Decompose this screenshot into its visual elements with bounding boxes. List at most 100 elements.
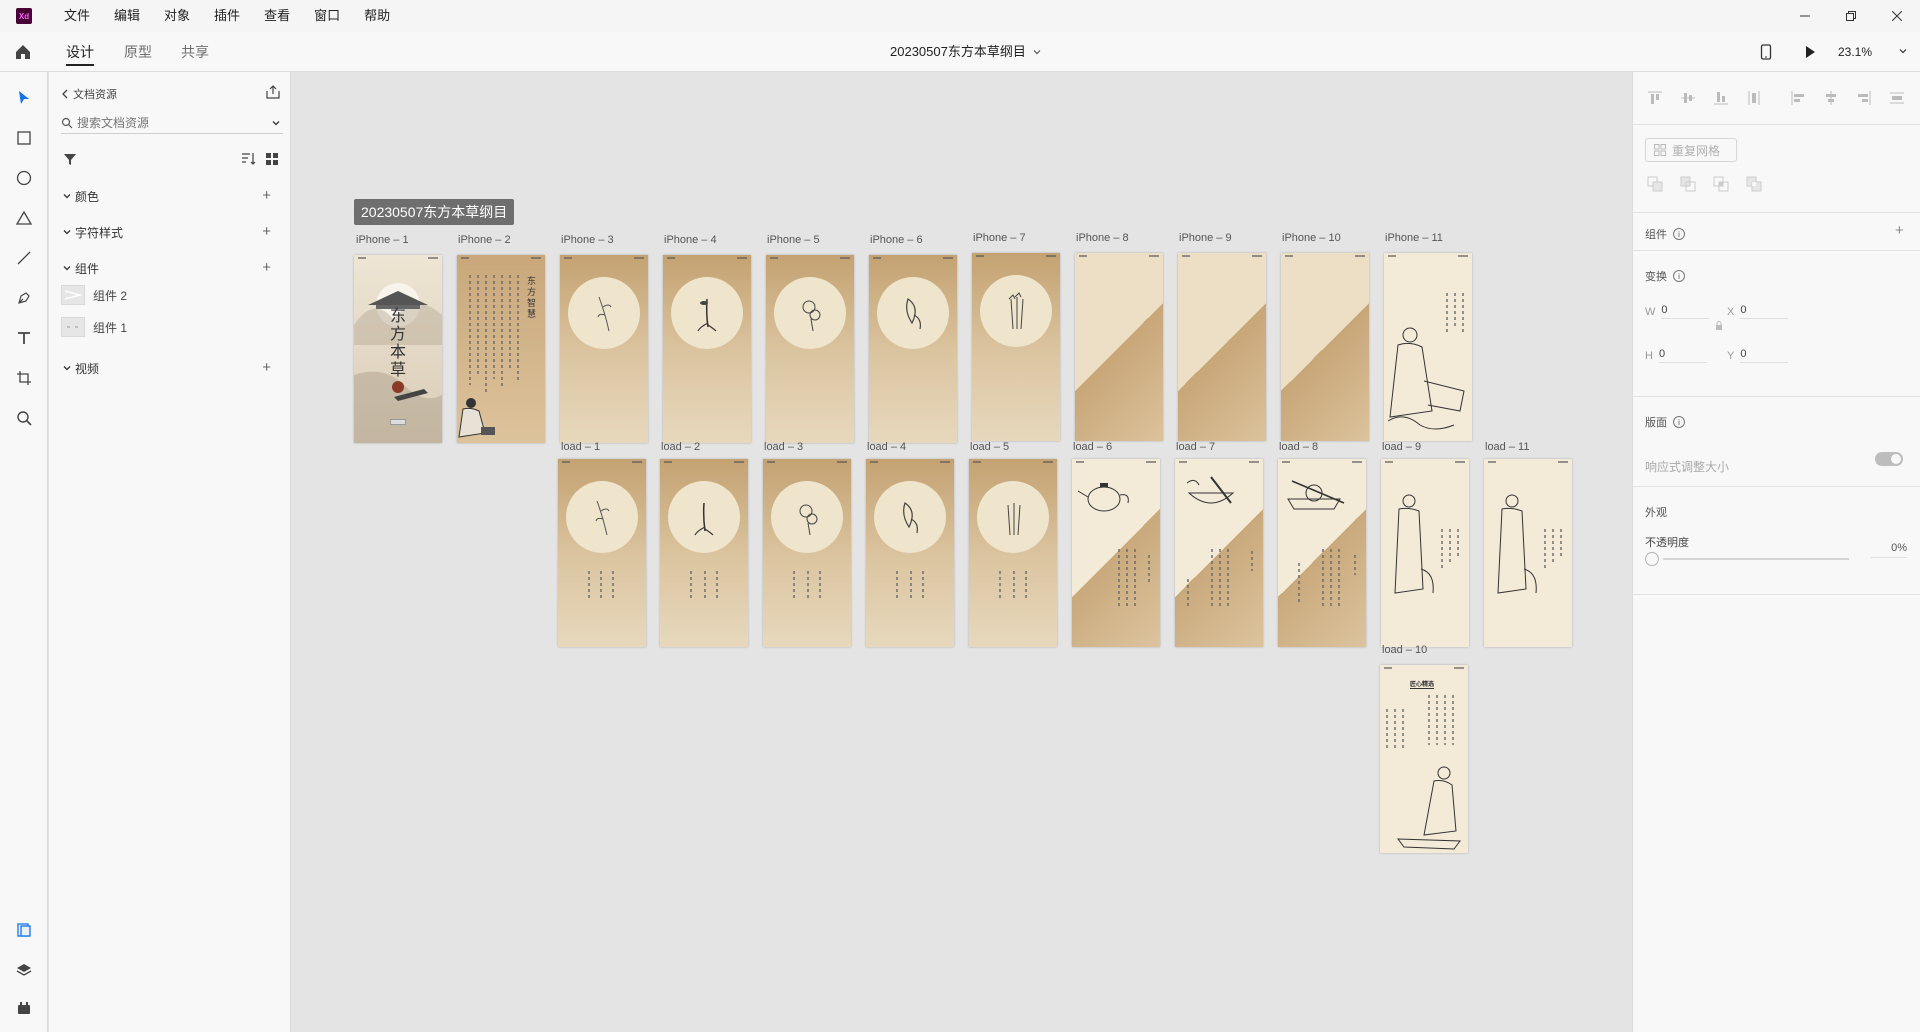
export-icon[interactable] <box>265 84 281 100</box>
artboard-label[interactable]: load – 2 <box>661 441 700 453</box>
artboard-label[interactable]: load – 11 <box>1485 441 1529 453</box>
boolean-intersect-icon[interactable] <box>1711 174 1731 194</box>
rectangle-icon[interactable] <box>12 126 36 150</box>
chevron-down-icon[interactable] <box>271 118 281 128</box>
artboard-iphone-2[interactable]: 东方智慧 <box>457 255 545 443</box>
align-left-icon[interactable] <box>1788 88 1808 108</box>
artboard-iphone-3[interactable] <box>560 255 648 443</box>
align-middle-icon[interactable] <box>1678 88 1698 108</box>
menu-window[interactable]: 窗口 <box>302 0 352 32</box>
add-component-state-icon[interactable]: + <box>1895 222 1904 239</box>
x-field[interactable]: X 0 <box>1727 304 1789 319</box>
distribute-horizontal-icon[interactable] <box>1887 88 1907 108</box>
align-bottom-icon[interactable] <box>1711 88 1731 108</box>
artboard-iphone-7[interactable] <box>972 253 1060 441</box>
artboard-label[interactable]: iPhone – 9 <box>1179 232 1232 244</box>
section-video[interactable]: 视频 + <box>61 358 283 378</box>
artboard-iphone-1[interactable]: 东方本草 <box>354 255 442 443</box>
plugins-icon[interactable] <box>12 996 36 1020</box>
menu-plugins[interactable]: 插件 <box>202 0 252 32</box>
line-icon[interactable] <box>12 246 36 270</box>
add-color-icon[interactable]: + <box>262 187 271 204</box>
width-field[interactable]: W 0 <box>1645 304 1710 319</box>
height-field[interactable]: H 0 <box>1645 348 1707 363</box>
home-icon[interactable] <box>12 41 34 63</box>
artboard-label[interactable]: iPhone – 7 <box>973 232 1026 244</box>
menu-view[interactable]: 查看 <box>252 0 302 32</box>
artboard-label[interactable]: load – 1 <box>561 441 600 453</box>
boolean-add-icon[interactable] <box>1645 174 1665 194</box>
pen-icon[interactable] <box>12 286 36 310</box>
lock-aspect-icon[interactable] <box>1715 320 1723 334</box>
boolean-exclude-icon[interactable] <box>1744 174 1764 194</box>
device-preview-icon[interactable] <box>1756 42 1776 62</box>
artboard-iphone-5[interactable] <box>766 255 854 443</box>
artboard-label[interactable]: load – 9 <box>1382 441 1421 453</box>
component-item[interactable]: 组件 1 <box>61 314 127 340</box>
component-item[interactable]: 组件 2 <box>61 282 127 308</box>
layers-icon[interactable] <box>12 958 36 982</box>
artboard-load-9[interactable] <box>1381 459 1469 647</box>
artboard-label[interactable]: load – 10 <box>1382 644 1427 656</box>
artboard-load-10[interactable]: 匠心精选 <box>1380 665 1468 853</box>
opacity-value[interactable]: 0% <box>1871 542 1907 558</box>
artboard-load-8[interactable] <box>1278 459 1366 647</box>
add-video-icon[interactable]: + <box>262 359 271 376</box>
section-character-styles[interactable]: 字符样式 + <box>61 222 283 242</box>
artboard-iphone-4[interactable] <box>663 255 751 443</box>
artboard-label[interactable]: load – 5 <box>970 441 1009 453</box>
artboard-label[interactable]: load – 7 <box>1176 441 1215 453</box>
select-icon[interactable] <box>12 86 36 110</box>
grid-view-icon[interactable] <box>265 152 279 169</box>
artboard-iphone-8[interactable] <box>1075 253 1163 441</box>
artboard-icon[interactable] <box>12 366 36 390</box>
add-character-style-icon[interactable]: + <box>262 223 271 240</box>
artboard-load-3[interactable] <box>763 459 851 647</box>
artboard-label[interactable]: load – 3 <box>764 441 803 453</box>
assets-search[interactable] <box>61 112 283 134</box>
add-component-icon[interactable]: + <box>262 259 271 276</box>
search-input[interactable] <box>77 115 257 130</box>
repeat-grid-button[interactable]: 重复网格 <box>1645 138 1737 162</box>
menu-file[interactable]: 文件 <box>52 0 102 32</box>
align-top-icon[interactable] <box>1645 88 1665 108</box>
artboard-load-11[interactable] <box>1484 459 1572 647</box>
artboard-iphone-11[interactable] <box>1384 253 1472 441</box>
artboard-label[interactable]: iPhone – 4 <box>664 234 717 246</box>
artboard-load-2[interactable] <box>660 459 748 647</box>
opacity-slider-track[interactable] <box>1663 558 1849 560</box>
minimize-icon[interactable] <box>1782 0 1828 32</box>
artboard-iphone-6[interactable] <box>869 255 957 443</box>
artboard-label[interactable]: iPhone – 10 <box>1282 232 1341 244</box>
assets-back-button[interactable]: 文档资源 <box>61 86 117 102</box>
tab-design[interactable]: 设计 <box>66 32 94 72</box>
artboard-label[interactable]: iPhone – 5 <box>767 234 820 246</box>
responsive-resize-toggle[interactable] <box>1875 452 1903 466</box>
filter-icon[interactable] <box>63 152 77 169</box>
artboard-load-6[interactable] <box>1072 459 1160 647</box>
zoom-icon[interactable] <box>12 406 36 430</box>
ellipse-icon[interactable] <box>12 166 36 190</box>
play-icon[interactable] <box>1800 42 1820 62</box>
tab-prototype[interactable]: 原型 <box>124 32 152 72</box>
distribute-vertical-icon[interactable] <box>1744 88 1764 108</box>
polygon-icon[interactable] <box>12 206 36 230</box>
align-right-icon[interactable] <box>1854 88 1874 108</box>
info-icon[interactable]: i <box>1673 270 1685 282</box>
section-colors[interactable]: 颜色 + <box>61 186 283 206</box>
artboard-load-7[interactable] <box>1175 459 1263 647</box>
menu-edit[interactable]: 编辑 <box>102 0 152 32</box>
width-value[interactable]: 0 <box>1661 304 1710 319</box>
y-value[interactable]: 0 <box>1740 348 1789 363</box>
artboard-iphone-10[interactable] <box>1281 253 1369 441</box>
artboard-label[interactable]: iPhone – 1 <box>356 234 409 246</box>
artboard-load-5[interactable] <box>969 459 1057 647</box>
artboard-load-1[interactable] <box>558 459 646 647</box>
artboard-iphone-9[interactable] <box>1178 253 1266 441</box>
close-icon[interactable] <box>1874 0 1920 32</box>
artboard-label[interactable]: iPhone – 6 <box>870 234 923 246</box>
artboard-label[interactable]: iPhone – 2 <box>458 234 511 246</box>
height-value[interactable]: 0 <box>1658 348 1707 363</box>
chevron-down-icon[interactable] <box>1896 44 1910 58</box>
restore-icon[interactable] <box>1828 0 1874 32</box>
